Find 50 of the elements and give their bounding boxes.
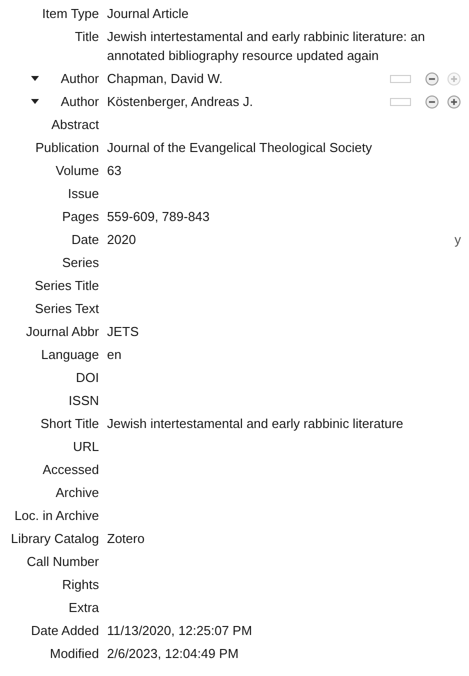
field-value[interactable]: 559-609, 789-843 xyxy=(107,207,461,226)
disclosure-triangle-icon[interactable] xyxy=(31,76,39,82)
field-value[interactable]: 11/13/2020, 12:25:07 PM xyxy=(107,621,461,640)
field-label: Series xyxy=(62,254,99,272)
field-value[interactable]: Köstenberger, Andreas J. xyxy=(107,92,390,111)
field-value[interactable]: Jewish intertestamental and early rabbinic literature: an annotated bibliography resource updated again xyxy=(107,27,461,65)
field-label: DOI xyxy=(76,369,99,387)
field-value[interactable]: Jewish intertestamental and early rabbinic literature xyxy=(107,414,461,433)
field-label: Title xyxy=(74,28,99,46)
field-label: Call Number xyxy=(26,553,99,571)
field-label: Loc. in Archive xyxy=(14,507,99,525)
field-label: Publication xyxy=(35,139,99,157)
plus-icon[interactable] xyxy=(447,94,461,108)
field-label: Short Title xyxy=(40,415,99,433)
field-label: Volume xyxy=(56,162,99,180)
field-label: Rights xyxy=(62,576,99,594)
field-label: Series Text xyxy=(34,300,99,318)
switch-mode-icon[interactable] xyxy=(390,74,411,82)
disclosure-triangle-icon[interactable] xyxy=(31,99,39,105)
field-label: URL xyxy=(72,438,99,456)
field-label: Journal Abbr xyxy=(26,323,99,341)
minus-icon[interactable] xyxy=(425,94,439,108)
field-label: Accessed xyxy=(42,461,99,479)
field-value[interactable]: Journal of the Evangelical Theological Society xyxy=(107,138,461,157)
field-value[interactable]: Chapman, David W. xyxy=(107,69,390,88)
field-label: Author xyxy=(60,93,99,111)
field-label: Language xyxy=(41,346,99,364)
field-label: Series Title xyxy=(34,277,99,295)
field-label: Pages xyxy=(62,208,99,226)
field-label: Modified xyxy=(50,645,99,663)
field-label: Date xyxy=(72,231,99,249)
switch-mode-icon[interactable] xyxy=(390,98,411,106)
field-value[interactable]: 2020 xyxy=(107,230,454,249)
field-label: Extra xyxy=(68,599,99,617)
field-label: ISSN xyxy=(68,392,99,410)
field-value[interactable]: 63 xyxy=(107,161,461,180)
field-value[interactable]: Journal Article xyxy=(107,4,461,23)
field-label: Library Catalog xyxy=(10,530,99,548)
field-value[interactable]: Zotero xyxy=(107,529,461,548)
field-label: Item Type xyxy=(42,5,99,23)
field-label: Issue xyxy=(68,185,99,203)
field-label: Archive xyxy=(56,484,99,502)
field-label: Author xyxy=(60,70,99,88)
field-value[interactable]: 2/6/2023, 12:04:49 PM xyxy=(107,644,461,663)
date-format-indicator: y xyxy=(454,231,461,249)
field-value[interactable]: JETS xyxy=(107,322,461,341)
minus-icon[interactable] xyxy=(425,72,439,86)
field-label: Date Added xyxy=(31,622,99,640)
field-label: Abstract xyxy=(51,116,99,134)
field-value[interactable]: en xyxy=(107,345,461,364)
